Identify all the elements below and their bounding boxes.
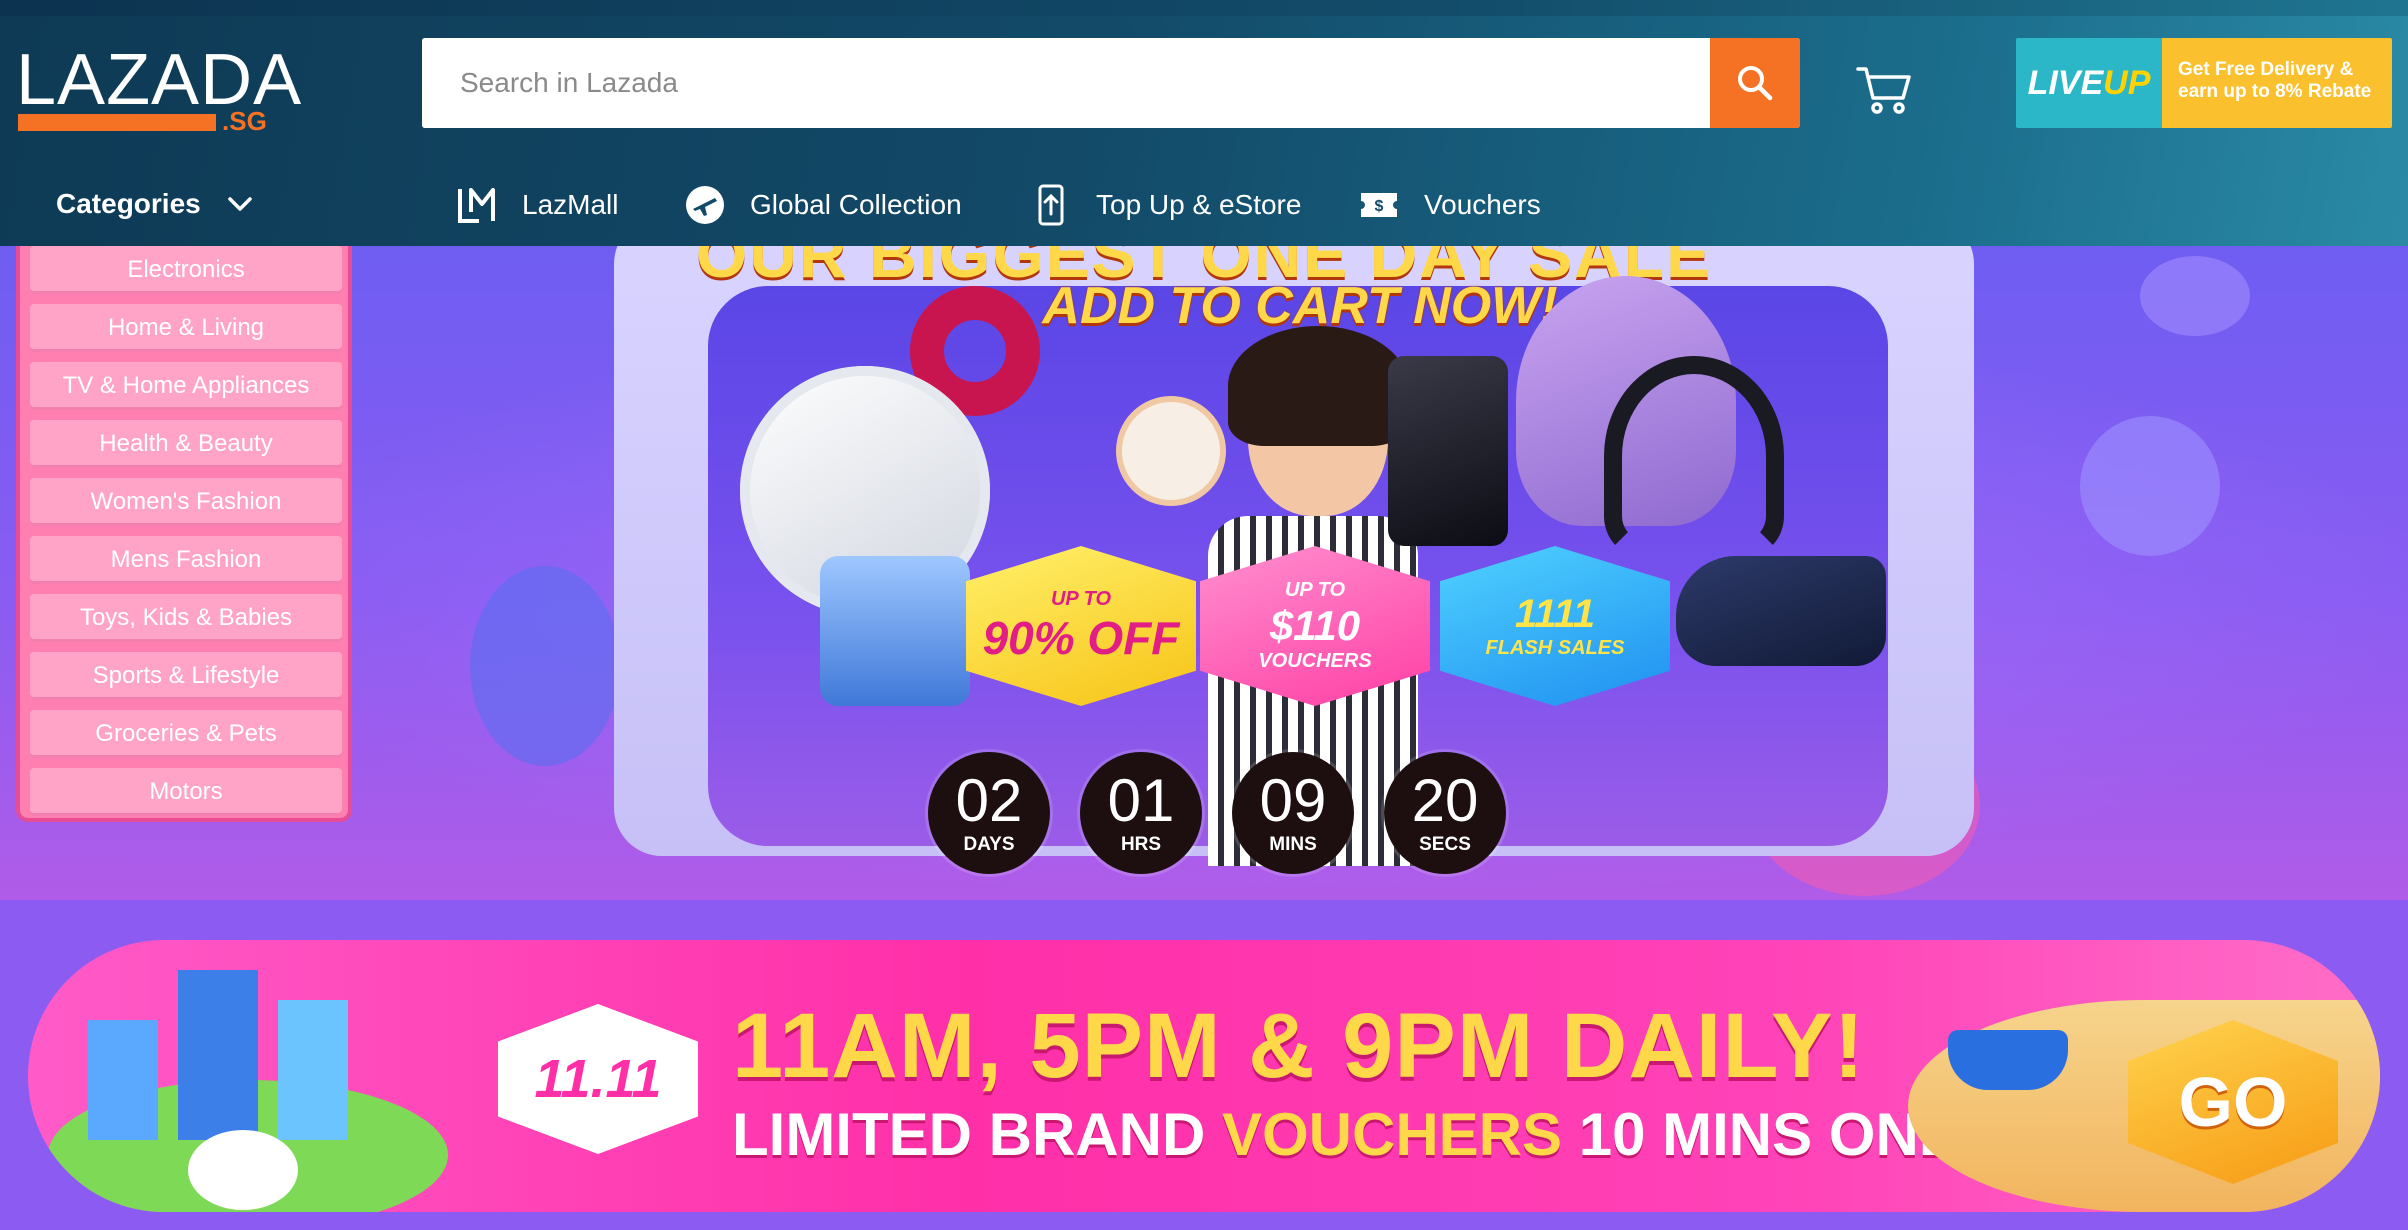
badge-90-off-main: 90% OFF	[982, 611, 1180, 664]
svg-text:$: $	[1375, 198, 1384, 215]
category-item-mens-fashion[interactable]: Mens Fashion	[30, 536, 342, 584]
category-item-home-living[interactable]: Home & Living	[30, 304, 342, 352]
banner-sub-highlight: VOUCHERS	[1221, 1101, 1563, 1168]
countdown-label: HRS	[1120, 834, 1162, 855]
category-item-womens-fashion[interactable]: Women's Fashion	[30, 478, 342, 526]
plane-icon	[684, 184, 726, 226]
1111-logo-text: 11.11	[534, 1049, 662, 1109]
banner-headline: 11AM, 5PM & 9PM DAILY!	[732, 995, 1866, 1097]
cart-button[interactable]	[1852, 60, 1916, 120]
category-item-electronics[interactable]: Electronics	[30, 246, 342, 294]
search-icon	[1738, 66, 1773, 101]
badge-flash-main: FLASH SALES	[1485, 637, 1625, 659]
categories-label: Categories	[56, 188, 201, 219]
cream-jar-image	[820, 556, 970, 706]
nav-lazmall[interactable]: LazMall	[456, 184, 618, 226]
countdown-hours: 01 HRS	[1080, 752, 1202, 874]
liveup-promo-line2: earn up to 8% Rebate	[2178, 81, 2372, 102]
smartphone-image	[1388, 356, 1508, 546]
logo-country-suffix: .SG	[222, 106, 267, 136]
badge-flash-num: 1111	[1514, 592, 1596, 636]
category-item-motors[interactable]: Motors	[30, 768, 342, 816]
banner-subheadline: LIMITED BRAND VOUCHERS 10 MINS ONLY!	[732, 1100, 2010, 1169]
daily-vouchers-banner[interactable]: 11.11 11AM, 5PM & 9PM DAILY! LIMITED BRA…	[28, 940, 2380, 1212]
countdown-label: DAYS	[963, 834, 1015, 855]
search-button[interactable]	[1710, 38, 1800, 128]
nav-global-collection[interactable]: Global Collection	[684, 184, 962, 226]
phone-icon	[1030, 184, 1072, 226]
category-menu: Electronics Home & Living TV & Home Appl…	[16, 246, 352, 822]
category-item-sports-lifestyle[interactable]: Sports & Lifestyle	[30, 652, 342, 700]
badge-vouchers-sub: VOUCHERS	[1258, 650, 1372, 672]
countdown-label: MINS	[1269, 834, 1317, 855]
nav-global-collection-label: Global Collection	[750, 189, 962, 220]
countdown-value: 20	[1411, 767, 1479, 834]
category-item-groceries-pets[interactable]: Groceries & Pets	[30, 710, 342, 758]
banner-sub-part1: LIMITED BRAND	[732, 1101, 1222, 1168]
header-top-strip	[0, 0, 2408, 16]
nav-vouchers[interactable]: $ Vouchers	[1358, 184, 1541, 226]
nav-bar: Categories LazMall Global Collection Top…	[0, 160, 2408, 246]
logo-underline	[18, 114, 216, 131]
countdown-seconds: 20 SECS	[1384, 752, 1506, 874]
lazmall-icon	[456, 184, 498, 226]
countdown-minutes: 09 MINS	[1232, 752, 1354, 874]
category-item-toys-kids-babies[interactable]: Toys, Kids & Babies	[30, 594, 342, 642]
chevron-down-icon	[227, 197, 252, 211]
categories-dropdown[interactable]: Categories	[56, 188, 253, 220]
lazada-logo[interactable]: LAZADA .SG	[16, 42, 301, 136]
hero-banner[interactable]: OUR BIGGEST ONE DAY SALE ADD TO CART NOW…	[0, 246, 2408, 900]
liveup-logo-up: UP	[2103, 63, 2151, 102]
sneaker-image	[1676, 556, 1886, 666]
nav-lazmall-label: LazMall	[522, 189, 619, 220]
countdown-value: 01	[1107, 767, 1175, 834]
badge-90-off-small: UP TO	[1050, 587, 1111, 610]
liveup-logo: LIVE UP	[2016, 38, 2162, 128]
countdown-value: 02	[955, 767, 1023, 834]
voucher-icon: $	[1358, 184, 1400, 226]
badge-vouchers-main: $110	[1269, 602, 1361, 649]
category-item-health-beauty[interactable]: Health & Beauty	[30, 420, 342, 468]
liveup-promo-text: Get Free Delivery & earn up to 8% Rebate	[2162, 38, 2392, 128]
countdown-timer: 02 DAYS 01 HRS 09 MINS 20 SECS	[928, 752, 1506, 874]
liveup-promo[interactable]: LIVE UP Get Free Delivery & earn up to 8%…	[2016, 38, 2392, 128]
badge-vouchers-small: UP TO	[1284, 579, 1345, 601]
category-item-tv-home-appliances[interactable]: TV & Home Appliances	[30, 362, 342, 410]
site-header: LAZADA .SG LIVEUP Get Free Delivery & ea…	[0, 0, 2408, 246]
hero-decor-blob	[470, 566, 620, 766]
search-input[interactable]	[422, 38, 1708, 128]
nav-topup-estore[interactable]: Top Up & eStore	[1030, 184, 1301, 226]
boat-illustration	[1948, 1030, 2068, 1090]
search-bar	[422, 38, 1800, 128]
liveup-logo-live: LIVE	[2027, 63, 2104, 102]
nav-vouchers-label: Vouchers	[1424, 189, 1541, 220]
liveup-promo-line1: Get Free Delivery &	[2178, 59, 2354, 80]
hero-decor-blob	[2080, 416, 2220, 556]
cart-icon	[1856, 67, 1911, 114]
nav-topup-label: Top Up & eStore	[1096, 189, 1302, 220]
city-island-illustration	[28, 960, 458, 1212]
countdown-label: SECS	[1419, 834, 1471, 855]
countdown-days: 02 DAYS	[928, 752, 1050, 874]
countdown-value: 09	[1259, 767, 1327, 834]
headphones-image	[1604, 356, 1784, 556]
1111-logo: 11.11	[498, 1004, 698, 1154]
